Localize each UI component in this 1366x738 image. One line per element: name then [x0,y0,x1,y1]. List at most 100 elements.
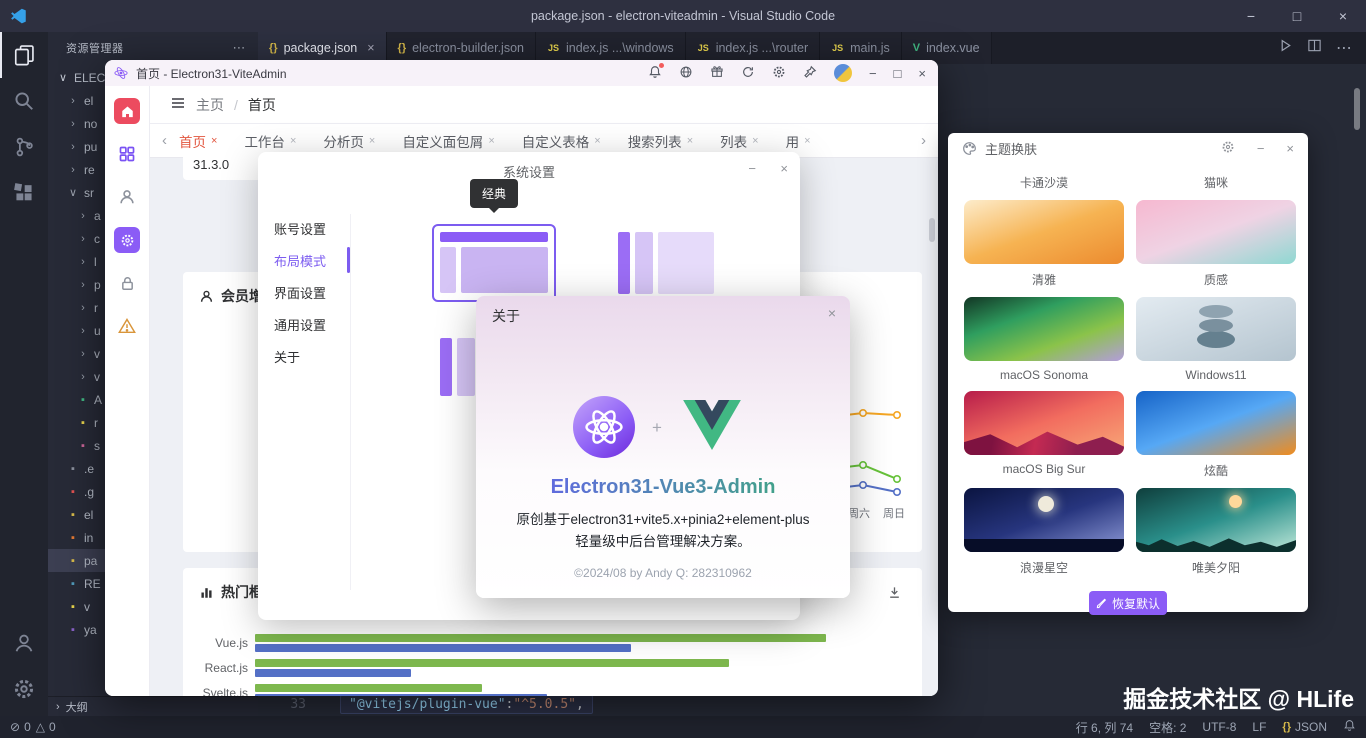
theme-thumbnail[interactable] [1136,488,1296,552]
run-button[interactable] [1278,38,1293,58]
settings-gear-icon[interactable] [0,666,48,712]
reset-default-button[interactable]: 恢复默认 [1089,591,1167,615]
tabs-scroll-right-icon[interactable]: › [921,132,926,149]
app-tab[interactable]: 搜索列表× [628,131,693,151]
about-modal-title: 关于 [492,306,520,326]
app-title: 首页 - Electron31-ViteAdmin [136,65,287,82]
tab-close-icon[interactable]: × [752,135,758,147]
chevron-icon: › [76,279,90,291]
file-type-icon: ▪ [66,486,80,498]
settings-close-icon[interactable]: × [780,161,788,176]
bar-category-label: Vue.js [197,636,255,650]
editor-more-icon[interactable]: ⋯ [1336,38,1352,58]
divider [350,214,351,590]
window-maximize-button[interactable]: □ [1274,0,1320,32]
account-icon[interactable] [0,620,48,666]
app-scrollbar[interactable] [929,218,935,242]
app-minimize-button[interactable]: − [869,66,877,81]
tab-label: index.js ...\windows [566,41,674,55]
file-label: sr [84,186,94,200]
globe-icon[interactable] [679,65,693,82]
app-tab[interactable]: 列表× [720,131,758,151]
about-close-icon[interactable]: × [828,305,836,321]
tab-close-icon[interactable]: × [687,135,693,147]
source-control-activity-icon[interactable] [0,124,48,170]
tab-close-icon[interactable]: × [594,135,600,147]
tab-close-icon[interactable]: × [211,135,217,147]
breadcrumb-current: 首页 [248,95,276,115]
eol-setting[interactable]: LF [1252,720,1266,734]
encoding[interactable]: UTF-8 [1202,720,1236,734]
outline-section[interactable]: › 大纲 [48,696,258,716]
app-tab[interactable]: 自定义面包屑× [402,131,494,151]
settings-menu-item[interactable]: 布局模式 [274,244,346,276]
window-minimize-button[interactable]: − [1228,0,1274,32]
theme-thumbnail[interactable] [964,488,1124,552]
theme-thumbnail[interactable] [1136,391,1296,455]
settings-menu-item[interactable]: 通用设置 [274,308,346,340]
explorer-more-icon[interactable]: ⋯ [233,40,247,56]
layout-preview-main [461,247,548,293]
app-maximize-button[interactable]: □ [894,66,902,81]
theme-close-icon[interactable]: × [1286,141,1294,156]
editor-scrollbar[interactable] [1354,88,1360,130]
breadcrumb-root[interactable]: 主页 [196,95,224,115]
layout-option-vertical[interactable] [610,224,722,302]
window-title: package.json - electron-viteadmin - Visu… [0,9,1366,23]
settings-menu-item[interactable]: 关于 [274,340,346,372]
theme-thumbnail[interactable] [964,391,1124,455]
theme-thumbnail[interactable] [964,200,1124,264]
split-editor-icon[interactable] [1307,38,1322,58]
person-icon[interactable] [114,184,140,210]
tab-close-icon[interactable]: × [369,135,375,147]
theme-settings-gear-icon[interactable] [1221,140,1235,157]
settings-minimize-icon[interactable]: − [748,161,756,176]
download-icon[interactable] [887,585,902,600]
layout-option-classic[interactable] [432,224,556,302]
search-activity-icon[interactable] [0,78,48,124]
home-icon[interactable] [114,98,140,124]
gift-icon[interactable] [710,65,724,82]
hamburger-menu-icon[interactable] [170,95,186,114]
theme-minimize-icon[interactable]: − [1257,141,1265,156]
app-tab[interactable]: 自定义表格× [522,131,601,151]
cursor-position[interactable]: 行 6, 列 74 [1076,719,1133,736]
theme-thumbnail[interactable] [1136,200,1296,264]
indent-setting[interactable]: 空格: 2 [1149,719,1186,736]
user-avatar[interactable] [834,64,852,82]
problems-errors[interactable]: ⊘ 0 [10,720,31,734]
pin-icon[interactable] [803,65,817,82]
lock-icon[interactable] [114,270,140,296]
tab-close-icon[interactable]: × [488,135,494,147]
grid-icon[interactable] [114,141,140,167]
extensions-activity-icon[interactable] [0,170,48,216]
theme-thumbnail[interactable] [964,297,1124,361]
language-mode[interactable]: {} JSON [1282,720,1327,734]
classic-tooltip: 经典 [470,179,518,208]
app-close-button[interactable]: × [918,66,926,81]
tabs-scroll-left-icon[interactable]: ‹ [162,132,167,149]
file-label: s [94,439,100,453]
settings-menu-item[interactable]: 账号设置 [274,212,346,244]
code-line[interactable]: 33 "@vitejs/plugin-vue": "^5.0.5", [258,694,593,714]
explorer-activity-icon[interactable] [0,32,48,78]
warning-icon[interactable] [114,313,140,339]
refresh-icon[interactable] [741,65,755,82]
file-label: r [94,416,98,430]
window-close-button[interactable]: × [1320,0,1366,32]
file-type-icon: ▪ [66,601,80,613]
tab-close-icon[interactable]: × [804,135,810,147]
theme-thumbnail[interactable] [1136,297,1296,361]
gear-icon[interactable] [772,65,786,82]
settings-menu-item[interactable]: 界面设置 [274,276,346,308]
system-settings-icon[interactable] [114,227,140,253]
problems-warnings[interactable]: △ 0 [36,720,56,734]
chevron-icon: ∨ [66,186,80,199]
notifications-bell-icon[interactable] [1343,719,1356,735]
active-menu-indicator [347,247,350,273]
app-tab[interactable]: 用× [786,131,811,151]
tab-close-icon[interactable]: × [290,135,296,147]
theme-label: 质感 [1136,271,1296,288]
bell-icon[interactable] [648,65,662,82]
tab-close-icon[interactable]: × [367,41,374,55]
